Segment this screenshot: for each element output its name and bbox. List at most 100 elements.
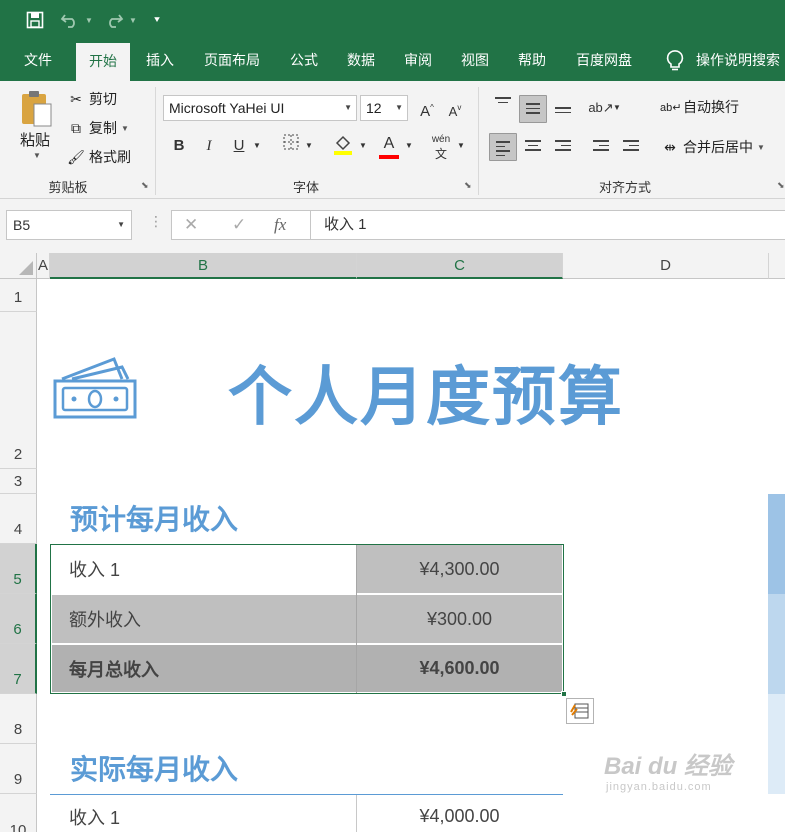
format-painter-icon: 🖌 <box>67 148 85 165</box>
copy-dropdown-icon[interactable]: ▼ <box>121 124 129 133</box>
table-cell-label[interactable]: 额外收入 <box>52 595 356 644</box>
copy-button[interactable]: ⧉ 复制 ▼ <box>66 118 129 138</box>
table-cell-label[interactable]: 收入 1 <box>52 545 356 594</box>
row-header-1[interactable]: 1 <box>0 279 37 312</box>
row-header-5[interactable]: 5 <box>0 544 37 594</box>
undo-dropdown-icon[interactable]: ▼ <box>84 8 94 32</box>
row-header-9[interactable]: 9 <box>0 744 37 794</box>
row-header-6[interactable]: 6 <box>0 594 37 644</box>
fill-color-dropdown-icon[interactable]: ▼ <box>356 133 370 159</box>
column-header-a[interactable]: A <box>37 253 50 279</box>
table-cell-label[interactable]: 收入 1 <box>52 795 356 832</box>
align-top-button[interactable] <box>489 91 517 119</box>
font-color-button[interactable]: A <box>376 131 402 159</box>
tab-data[interactable]: 数据 <box>335 40 387 81</box>
chevron-down-icon: ▼ <box>344 103 352 112</box>
column-header-d[interactable]: D <box>563 253 769 279</box>
chevron-down-icon: ▼ <box>395 103 403 112</box>
select-all-corner[interactable] <box>0 253 37 279</box>
total-value-cell[interactable]: ¥4,600.00 <box>357 645 562 693</box>
money-icon <box>53 357 137 419</box>
align-right-button[interactable] <box>549 133 577 161</box>
borders-icon <box>283 134 299 150</box>
tab-formulas[interactable]: 公式 <box>278 40 330 81</box>
font-size-combo[interactable]: 12 ▼ <box>360 95 408 121</box>
font-name-combo[interactable]: Microsoft YaHei UI ▼ <box>163 95 357 121</box>
table-cell-value[interactable]: ¥4,000.00 <box>357 795 562 832</box>
paste-button[interactable]: 粘贴 ▼ <box>18 89 56 160</box>
align-center-button[interactable] <box>519 133 547 161</box>
cut-button[interactable]: ✂ 剪切 <box>66 89 117 109</box>
tab-view[interactable]: 视图 <box>449 40 501 81</box>
resize-handle-icon[interactable]: ⋮ <box>149 213 163 230</box>
section-heading-actual-income: 实际每月收入 <box>70 753 239 786</box>
paste-icon <box>22 91 52 127</box>
align-bottom-button[interactable] <box>549 95 577 123</box>
grow-font-button[interactable]: A^ <box>414 95 440 121</box>
tell-me-search[interactable]: 操作说明搜索 <box>696 40 785 81</box>
font-launcher-icon[interactable]: ⬊ <box>464 180 474 190</box>
phonetic-guide-button[interactable]: wén 文 <box>428 133 454 161</box>
ribbon-tabs: 文件 开始 插入 页面布局 公式 数据 审阅 视图 帮助 百度网盘 操作说明搜索 <box>0 40 785 81</box>
align-middle-button[interactable] <box>519 95 547 123</box>
alignment-launcher-icon[interactable]: ⬊ <box>777 180 785 190</box>
enter-icon[interactable]: ✓ <box>232 215 246 235</box>
underline-button[interactable]: U <box>226 133 252 159</box>
tab-baidu-netdisk[interactable]: 百度网盘 <box>566 40 642 81</box>
sheet-title: 个人月度预算 <box>228 361 624 435</box>
table-cell-value[interactable]: ¥300.00 <box>357 595 562 644</box>
redo-icon[interactable] <box>102 8 126 32</box>
row-header-8[interactable]: 8 <box>0 694 37 744</box>
row-header-7[interactable]: 7 <box>0 644 37 694</box>
tab-help[interactable]: 帮助 <box>506 40 558 81</box>
increase-indent-button[interactable] <box>617 133 645 161</box>
row-header-2[interactable]: 2 <box>0 312 37 469</box>
tab-page-layout[interactable]: 页面布局 <box>196 40 268 81</box>
tab-review[interactable]: 审阅 <box>392 40 444 81</box>
clipboard-launcher-icon[interactable]: ⬊ <box>141 180 151 190</box>
font-group-label: 字体 <box>292 180 319 195</box>
row-header-10[interactable]: 10 <box>0 794 37 832</box>
orientation-dropdown-icon[interactable]: ▼ <box>610 95 624 121</box>
column-header-c[interactable]: C <box>357 253 563 279</box>
quick-analysis-button[interactable] <box>566 698 594 724</box>
customize-qat-icon[interactable]: ⯆ <box>150 8 164 32</box>
decrease-indent-button[interactable] <box>587 133 615 161</box>
shrink-font-button[interactable]: Av <box>442 95 468 121</box>
cancel-icon[interactable]: ✕ <box>184 215 198 235</box>
underline-dropdown-icon[interactable]: ▼ <box>250 133 264 159</box>
row-header-4[interactable]: 4 <box>0 494 37 544</box>
align-left-button[interactable] <box>489 133 517 161</box>
formula-input[interactable]: 收入 1 <box>310 210 785 240</box>
wrap-text-button[interactable]: ab↵ 自动换行 <box>660 97 739 117</box>
row-header-3[interactable]: 3 <box>0 469 37 494</box>
column-header-b[interactable]: B <box>50 253 357 279</box>
total-label-cell[interactable]: 每月总收入 <box>52 645 356 693</box>
alignment-group-label: 对齐方式 <box>598 180 651 195</box>
phonetic-dropdown-icon[interactable]: ▼ <box>454 133 468 159</box>
scissors-icon: ✂ <box>70 90 82 107</box>
bold-button[interactable]: B <box>166 133 192 159</box>
tab-insert[interactable]: 插入 <box>134 40 186 81</box>
font-color-dropdown-icon[interactable]: ▼ <box>402 133 416 159</box>
ribbon-home: 粘贴 ▼ ✂ 剪切 ⧉ 复制 ▼ 🖌 格式刷 剪贴板 ⬊ Microsoft YaHei… <box>0 81 785 199</box>
title-bar: ▼ ▼ ⯆ <box>0 0 785 40</box>
redo-dropdown-icon[interactable]: ▼ <box>128 8 138 32</box>
merge-dropdown-icon[interactable]: ▼ <box>757 143 765 152</box>
name-box[interactable]: B5 ▼ <box>6 210 132 240</box>
tab-file[interactable]: 文件 <box>12 40 64 81</box>
baidu-watermark: Bai du 经验 jingyan.baidu.com <box>604 753 733 793</box>
save-icon[interactable] <box>22 8 48 32</box>
format-painter-button[interactable]: 🖌 格式刷 <box>66 147 131 167</box>
tab-home[interactable]: 开始 <box>76 43 130 81</box>
chevron-down-icon: ▼ <box>117 220 125 229</box>
undo-icon[interactable] <box>58 8 82 32</box>
merge-cells-icon: ⇹ <box>664 138 676 155</box>
borders-button[interactable] <box>278 133 304 159</box>
merge-center-button[interactable]: ⇹ 合并后居中 ▼ <box>660 137 765 157</box>
fill-color-button[interactable] <box>330 133 356 159</box>
table-cell-value[interactable]: ¥4,300.00 <box>357 545 562 594</box>
italic-button[interactable]: I <box>196 133 222 159</box>
borders-dropdown-icon[interactable]: ▼ <box>302 133 316 159</box>
insert-function-icon[interactable]: fx <box>274 215 286 235</box>
